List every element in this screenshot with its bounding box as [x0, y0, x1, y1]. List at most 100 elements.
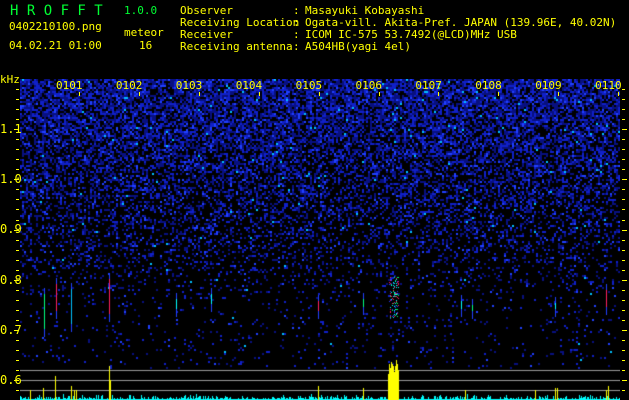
time-label: 0106: [355, 79, 383, 92]
freq-tick: [16, 119, 19, 120]
freq-tick: [14, 179, 19, 180]
time-tick: [379, 92, 380, 96]
freq-tick: [622, 89, 625, 90]
info-value-observer: Masayuki Kobayashi: [305, 4, 425, 17]
app-version: 1.0.0: [124, 4, 158, 17]
freq-tick: [622, 330, 627, 331]
freq-tick: [16, 310, 19, 311]
info-value-antenna: A504HB(yagi 4el): [305, 40, 411, 53]
freq-tick: [622, 350, 625, 351]
freq-tick: [16, 149, 19, 150]
freq-tick: [622, 340, 625, 341]
freq-tick: [14, 330, 19, 331]
freq-tick: [622, 390, 625, 391]
time-tick: [259, 92, 260, 96]
freq-tick: [622, 270, 625, 271]
time-tick: [199, 92, 200, 96]
freq-tick: [16, 220, 19, 221]
freq-tick: [16, 99, 19, 100]
freq-tick: [622, 129, 627, 130]
time-tick: [438, 92, 439, 96]
freq-tick: [622, 189, 625, 190]
freq-tick: [622, 290, 625, 291]
freq-tick: [622, 209, 625, 210]
file-name: 0402210100.png: [9, 20, 102, 33]
freq-tick: [16, 270, 19, 271]
meteor-count: 16: [139, 39, 153, 52]
freq-tick: [622, 119, 625, 120]
time-tick: [319, 92, 320, 96]
info-sep: :: [293, 40, 300, 53]
freq-tick: [622, 360, 625, 361]
file-datetime: 04.02.21 01:00: [9, 39, 102, 52]
freq-tick: [622, 109, 625, 110]
freq-tick: [16, 360, 19, 361]
time-tick: [139, 92, 140, 96]
time-label: 0101: [56, 79, 83, 92]
freq-tick: [622, 300, 625, 301]
freq-tick: [16, 89, 19, 90]
info-sep: :: [293, 16, 300, 29]
freq-tick: [622, 320, 625, 321]
meteor-label: meteor: [124, 26, 164, 39]
freq-tick: [16, 320, 19, 321]
time-tick: [618, 92, 619, 96]
info-sep: :: [293, 28, 300, 41]
freq-tick: [622, 99, 625, 100]
freq-tick: [16, 260, 19, 261]
spectrogram: [20, 79, 620, 400]
time-label: 0102: [115, 79, 143, 92]
time-label: 0109: [535, 79, 562, 92]
freq-tick: [14, 230, 19, 231]
freq-tick: [16, 290, 19, 291]
freq-tick: [622, 220, 625, 221]
freq-tick: [622, 280, 627, 281]
freq-tick: [622, 159, 625, 160]
time-label: 0108: [475, 79, 502, 92]
freq-tick: [16, 300, 19, 301]
freq-tick: [14, 129, 19, 130]
freq-tick: [16, 340, 19, 341]
freq-tick: [16, 390, 19, 391]
info-sep: :: [293, 4, 300, 17]
freq-tick: [622, 250, 625, 251]
freq-tick: [14, 280, 19, 281]
freq-tick: [622, 230, 627, 231]
freq-tick: [622, 169, 625, 170]
app-title: H R O F F T: [10, 3, 103, 19]
time-tick: [79, 92, 80, 96]
freq-tick: [16, 109, 19, 110]
freq-tick: [16, 169, 19, 170]
info-label-receiver: Receiver: [180, 28, 233, 41]
freq-tick: [622, 260, 625, 261]
info-label-antenna: Receiving antenna: [180, 40, 293, 53]
freq-tick: [622, 199, 625, 200]
freq-tick: [16, 159, 19, 160]
freq-tick: [16, 139, 19, 140]
info-label-location: Receiving Location: [180, 16, 300, 29]
freq-tick: [622, 240, 625, 241]
time-label: 0104: [235, 79, 263, 92]
info-value-receiver: ICOM IC-575 53.7492(@LCD)MHz USB: [305, 28, 517, 41]
info-label-observer: Observer: [180, 4, 233, 17]
freq-tick: [16, 350, 19, 351]
freq-tick: [622, 139, 625, 140]
freq-tick: [16, 370, 19, 371]
freq-tick: [622, 310, 625, 311]
freq-tick: [622, 370, 625, 371]
time-label: 0107: [415, 79, 442, 92]
time-label: 0103: [175, 79, 203, 92]
time-label: 0110: [595, 79, 622, 92]
freq-tick: [16, 199, 19, 200]
time-label: 0105: [295, 79, 323, 92]
freq-tick: [16, 209, 19, 210]
freq-tick: [622, 149, 625, 150]
freq-tick: [16, 189, 19, 190]
info-value-location: Ogata-vill. Akita-Pref. JAPAN (139.96E, …: [305, 16, 617, 29]
time-tick: [498, 92, 499, 96]
freq-tick: [622, 380, 627, 381]
freq-unit: kHz: [0, 73, 20, 86]
freq-tick: [14, 380, 19, 381]
time-tick: [558, 92, 559, 96]
freq-tick: [16, 240, 19, 241]
